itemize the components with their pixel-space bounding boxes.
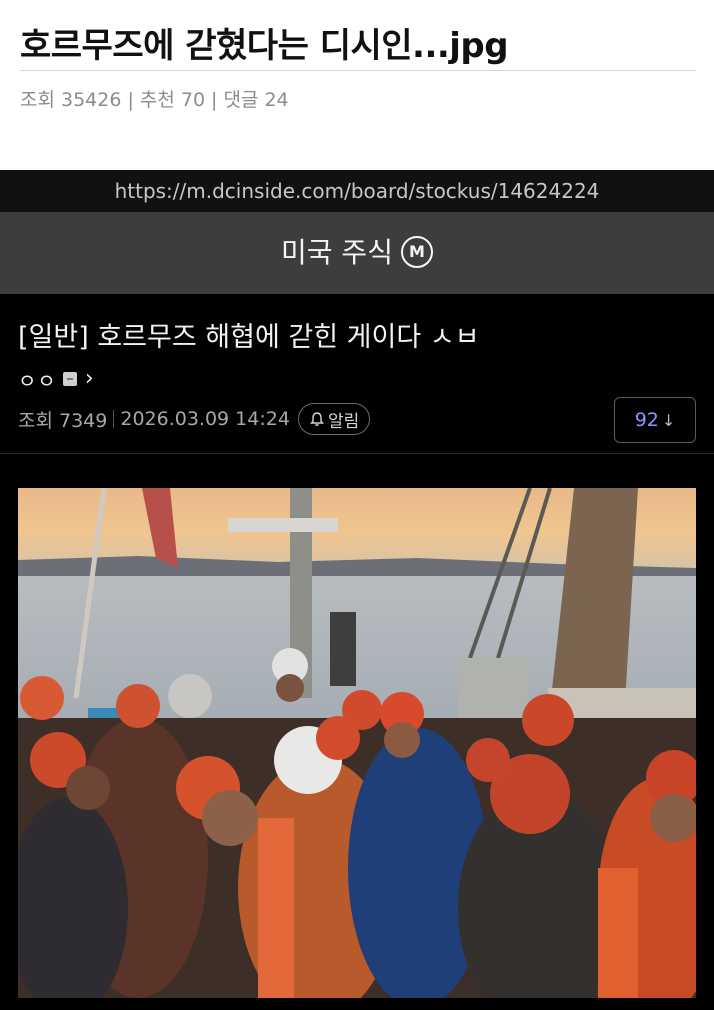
stat-separator: | [127, 89, 134, 111]
chevron-right-icon[interactable]: › [85, 368, 94, 390]
ship-crew-photo [18, 488, 696, 998]
arrow-down-icon: ↓ [661, 411, 676, 430]
author-row[interactable]: ㅇㅇ › [18, 365, 94, 394]
gallery-name: 미국 주식 [281, 236, 393, 269]
meta-separator [113, 410, 115, 428]
reply-count-button[interactable]: 92 ↓ [614, 397, 696, 443]
minor-gallery-badge-icon: M [400, 236, 433, 268]
bell-icon [310, 412, 324, 426]
url-text: https://m.dcinside.com/board/stockus/146… [0, 170, 714, 212]
post-title: 호르무즈에 갇혔다는 디시인...jpg [20, 26, 509, 66]
stat-separator: | [211, 89, 218, 111]
views-count: 조회 35426 [20, 89, 122, 111]
recommend-count: 추천 70 [139, 89, 206, 111]
post-stats: 조회 35426 | 추천 70 | 댓글 24 [20, 85, 289, 112]
reply-count: 92 [634, 409, 659, 431]
title-divider [20, 70, 696, 71]
fixed-nick-badge-icon [62, 372, 77, 386]
author-name[interactable]: ㅇㅇ [18, 365, 57, 394]
alarm-button[interactable]: 알림 [297, 403, 371, 435]
post-header: 호르무즈에 갇혔다는 디시인...jpg 조회 35426 | 추천 70 | 댓글 2… [0, 0, 714, 170]
alarm-label: 알림 [327, 411, 360, 432]
comment-count[interactable]: 댓글 24 [223, 89, 288, 111]
article-views: 조회 7349 [18, 409, 108, 432]
article-date: 2026.03.09 14:24 [120, 408, 290, 430]
post-photo [18, 488, 696, 998]
article-title: [일반] 호르무즈 해협에 갇힌 게이다 ㅅㅂ [18, 322, 480, 353]
section-divider [0, 453, 714, 454]
article-meta: 조회 7349 2026.03.09 14:24 알림 [18, 403, 371, 435]
gallery-header[interactable]: 미국 주식 M [0, 212, 714, 294]
embedded-screenshot: https://m.dcinside.com/board/stockus/146… [0, 170, 714, 1010]
